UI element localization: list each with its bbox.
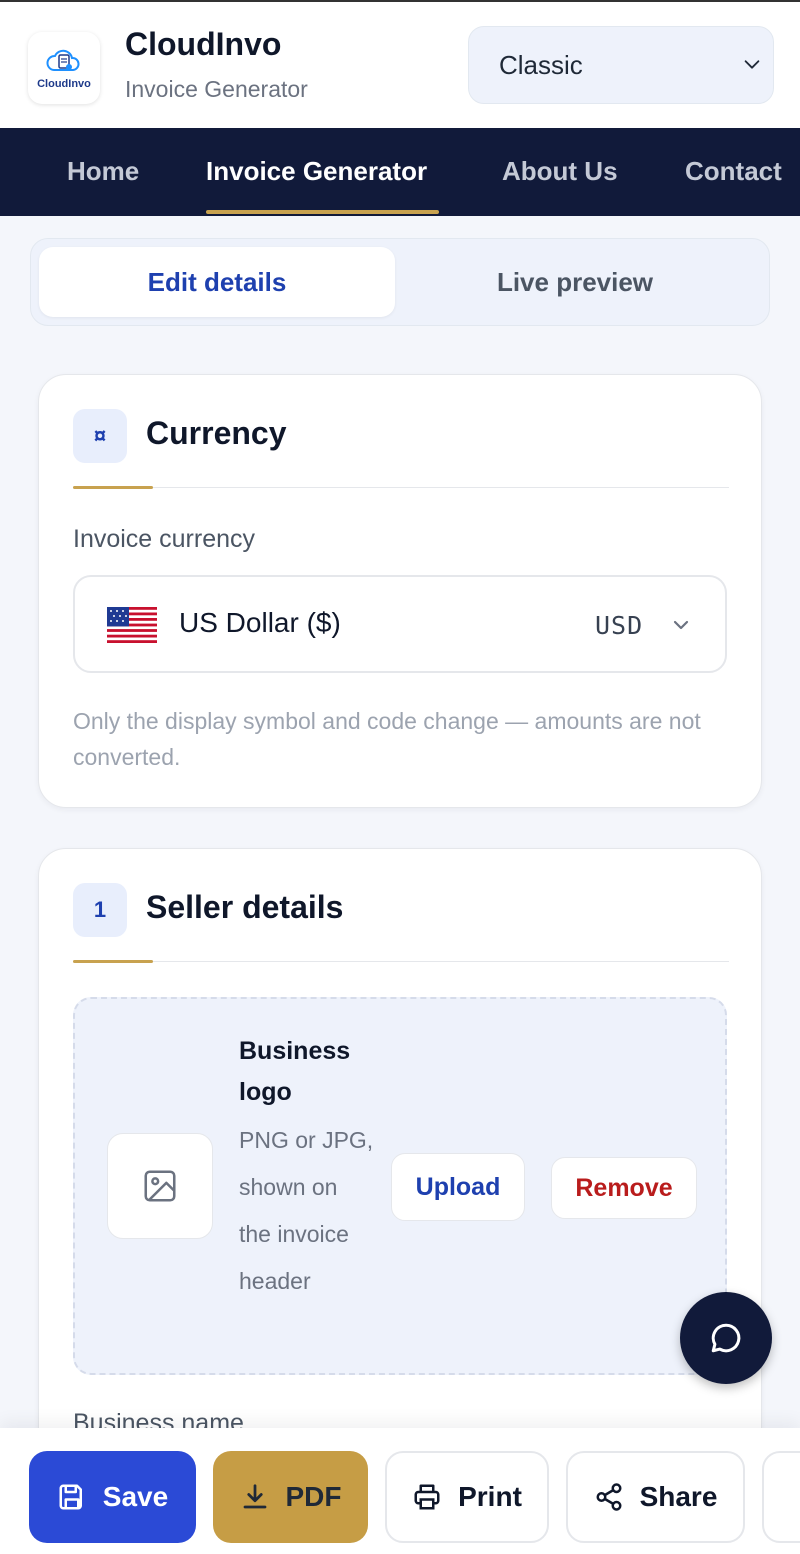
app-header: CloudInvo CloudInvo Invoice Generator Cl… xyxy=(0,0,800,128)
brand-name: CloudInvo xyxy=(125,26,282,62)
currency-select[interactable]: US Dollar ($) USD xyxy=(73,575,727,673)
step-number-badge: 1 xyxy=(73,883,127,937)
share-label: Share xyxy=(639,1481,718,1512)
upload-logo-button[interactable]: Upload xyxy=(391,1153,525,1221)
currency-code: USD xyxy=(595,611,644,640)
currency-title: Currency xyxy=(146,415,287,451)
save-button[interactable]: Save xyxy=(29,1451,196,1543)
tab-live-preview[interactable]: Live preview xyxy=(397,247,753,317)
currency-name: US Dollar ($) xyxy=(179,607,341,638)
tab-edit-details[interactable]: Edit details xyxy=(39,247,395,317)
chevron-down-icon xyxy=(744,60,760,69)
business-logo-title: Business logo xyxy=(239,1037,351,1106)
section-divider-accent xyxy=(73,960,153,963)
currency-badge-icon: ¤ xyxy=(73,409,127,463)
pdf-label: PDF xyxy=(285,1481,342,1512)
logo-placeholder[interactable] xyxy=(107,1133,213,1239)
nav-item-home[interactable]: Home xyxy=(67,156,139,187)
chat-button[interactable] xyxy=(680,1292,772,1384)
main-nav: Home Invoice Generator About Us Contact xyxy=(0,128,800,216)
brand-subtitle: Invoice Generator xyxy=(125,76,308,102)
save-label: Save xyxy=(102,1481,169,1512)
seller-details-title: Seller details xyxy=(146,889,344,925)
section-divider xyxy=(73,486,729,489)
more-actions-button[interactable] xyxy=(762,1451,800,1543)
nav-active-underline xyxy=(206,210,439,214)
print-button[interactable]: Print xyxy=(385,1451,549,1543)
section-divider-accent xyxy=(73,486,153,489)
image-icon xyxy=(144,1170,176,1202)
business-logo-description: PNG or JPG, shown on the invoice header xyxy=(239,1127,374,1294)
pdf-download-button[interactable]: PDF xyxy=(213,1451,368,1543)
printer-icon xyxy=(414,1484,440,1510)
download-icon xyxy=(243,1484,266,1509)
chat-bubble-icon xyxy=(711,1323,741,1353)
invoice-currency-label: Invoice currency xyxy=(73,525,256,553)
template-select[interactable]: Classic xyxy=(468,26,774,104)
section-divider xyxy=(73,960,729,963)
bottom-action-bar: Save PDF Print Share xyxy=(0,1428,800,1554)
currency-hint: Only the display symbol and code change … xyxy=(73,708,701,770)
template-select-value: Classic xyxy=(499,49,583,80)
cloudinvo-logo[interactable]: CloudInvo xyxy=(28,32,100,104)
cloud-invoice-icon xyxy=(46,49,80,71)
us-flag-icon xyxy=(107,607,157,643)
view-tabs: Edit details Live preview xyxy=(30,238,770,326)
currency-card: ¤ Currency Invoice currency US Dollar ($… xyxy=(38,374,762,808)
share-icon xyxy=(596,1483,622,1511)
logo-upload-area[interactable]: Business logo PNG or JPG, shown on the i… xyxy=(73,997,727,1375)
share-button[interactable]: Share xyxy=(566,1451,745,1543)
print-label: Print xyxy=(458,1481,522,1512)
nav-item-invoice-generator[interactable]: Invoice Generator xyxy=(206,156,427,187)
logo-text: CloudInvo xyxy=(37,78,91,90)
nav-item-about-us[interactable]: About Us xyxy=(502,156,618,187)
nav-item-contact[interactable]: Contact xyxy=(685,156,782,187)
seller-details-card: 1 Seller details Business logo PNG or JP… xyxy=(38,848,762,1468)
save-icon xyxy=(59,1484,82,1510)
remove-logo-button[interactable]: Remove xyxy=(551,1157,697,1219)
chevron-down-icon xyxy=(673,620,689,630)
